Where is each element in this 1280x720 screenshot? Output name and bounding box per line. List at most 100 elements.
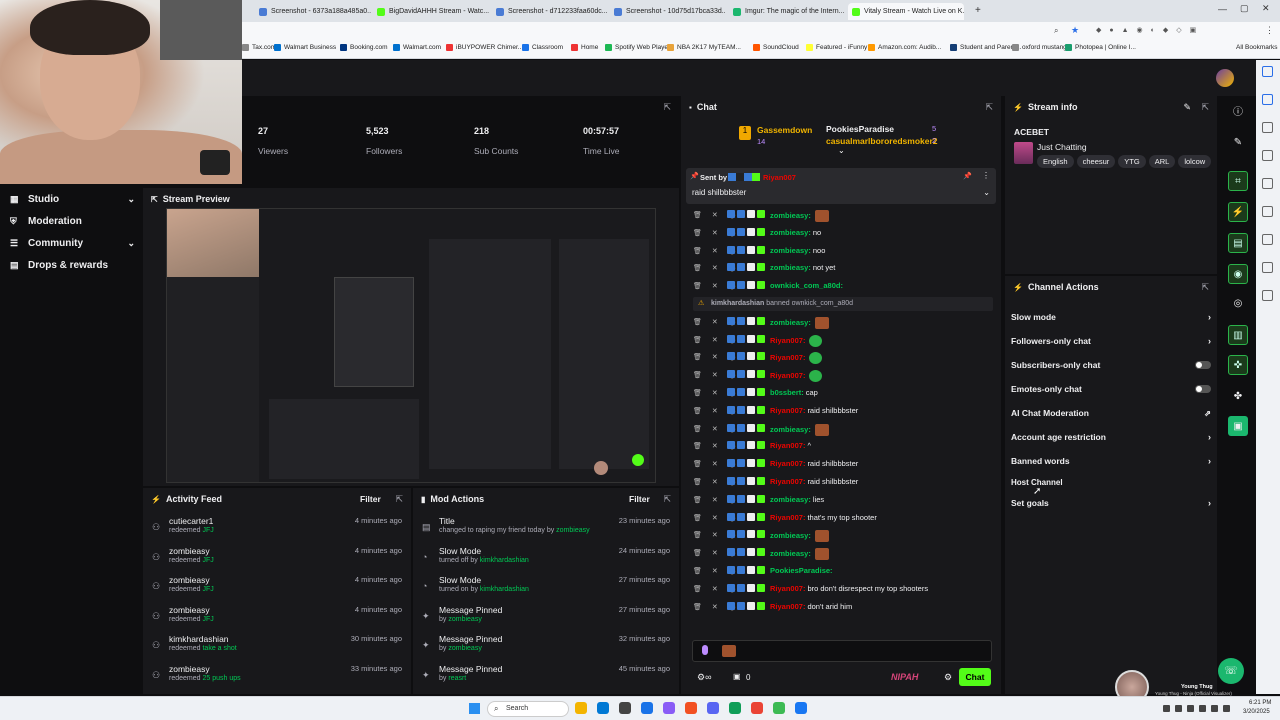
chat-username[interactable]: PookiesParadise [770,566,830,575]
popout-icon[interactable]: ⇱ [663,494,671,505]
chat-username[interactable]: zombieasy [770,318,808,327]
chat-message[interactable]: 🗑 ✕ ⏱ Riyan007: ^ [681,437,1001,455]
taskbar-app-icon[interactable] [619,702,631,714]
chat-username[interactable]: ownkick_com_a80d [770,281,840,290]
bookmark-item[interactable]: iBUYPOWER Chimer... [446,44,523,51]
chat-message[interactable]: 🗑 ✕ ⏱ zombieasy: lies [681,491,1001,509]
browser-tab[interactable]: Screenshot - 6373a188a485a0...✕ [255,3,371,20]
chat-username[interactable]: zombieasy [770,549,808,558]
stream-tag[interactable]: lolcow [1178,155,1212,168]
stream-tag[interactable]: English [1037,155,1074,168]
menu-icon[interactable]: ⋮ [1265,25,1274,36]
more-icon[interactable]: ⋮ [982,171,990,180]
browser-side-icon[interactable] [1262,262,1273,273]
bookmark-item[interactable]: Classroom [522,44,563,51]
activity-user[interactable]: zombieasy [169,575,210,585]
taskbar-app-icon[interactable] [729,702,741,714]
chat-message[interactable]: ⚠ kimkhardashian banned ownkick_com_a80d [681,295,1001,313]
taskbar-app-icon[interactable] [597,702,609,714]
chat-username[interactable]: zombieasy [770,228,808,237]
chat-message[interactable]: 🗑 ✕ ⏱ Riyan007: raid shilbbbster [681,455,1001,473]
browser-side-icon[interactable] [1262,150,1273,161]
activity-user[interactable]: kimkhardashian [169,634,229,644]
chat-bubble-icon[interactable]: ◉ [1228,264,1248,284]
taskbar-app-icon[interactable] [641,702,653,714]
browser-side-icon[interactable] [1262,234,1273,245]
expand-icon[interactable]: ⌄ [983,188,990,197]
user-avatar[interactable] [1216,69,1234,87]
mod-action-user[interactable]: zombieasy [448,616,481,623]
mic-icon[interactable] [702,645,708,655]
all-bookmarks[interactable]: All Bookmarks [1236,44,1278,51]
channel-action-subscribers-only-chat[interactable]: Subscribers-only chat [1011,358,1211,372]
activity-row[interactable]: ⚇ zombieasy redeemed JFJ 4 minutes ago [143,546,411,575]
activity-user[interactable]: zombieasy [169,605,210,615]
chat-username[interactable]: zombieasy [770,246,808,255]
popout-icon[interactable]: ⇱ [985,102,993,113]
bookmark-item[interactable]: Home [571,44,598,51]
mod-action-row[interactable]: ◔ Slow Mode turned off by kimkhardashian 24… [413,546,679,575]
unpin-icon[interactable]: 📌 [963,172,972,180]
mod-action-row[interactable]: ✦ Message Pinned by reasrt 45 minutes ago [413,664,679,693]
toggle-switch[interactable] [1195,385,1211,393]
chat-username[interactable]: Riyan007 [770,353,803,362]
broadcast-icon[interactable]: ◎ [1228,293,1248,313]
channel-action-emotes-only-chat[interactable]: Emotes-only chat [1011,382,1211,396]
bookmark-item[interactable]: Tax.com [242,44,276,51]
chat-message[interactable]: 🗑 ✕ ⏱ b0ssbert: cap [681,384,1001,402]
chat-message[interactable]: 🗑 ✕ ⏱ zombieasy: no [681,224,1001,242]
chat-username[interactable]: Riyan007 [770,406,803,415]
chat-username[interactable]: Riyan007 [770,459,803,468]
mod-action-row[interactable]: ▤ Title changed to raping my friend today … [413,516,679,545]
bookmark-item[interactable]: Amazon.com: Audib... [868,44,941,51]
chat-username[interactable]: zombieasy [770,495,808,504]
chevron-right-icon[interactable]: › [1208,312,1211,322]
activity-user[interactable]: zombieasy [169,546,210,556]
mod-action-row[interactable]: ✦ Message Pinned by zombieasy 27 minutes ag… [413,605,679,634]
browser-side-icon[interactable] [1262,122,1273,133]
chevron-right-icon[interactable]: › [1208,432,1211,442]
browser-tab[interactable]: BigDavidAHHH Stream - Watc...✕ [373,3,489,20]
popout-icon[interactable]: ⇱ [1201,282,1209,293]
tray-icon[interactable] [1175,705,1182,712]
browser-tab[interactable]: Screenshot - d712233faa60dc...✕ [492,3,608,20]
mod-filter-button[interactable]: Filter [629,494,650,504]
leader-name[interactable]: PookiesParadise [826,124,894,134]
chat-username[interactable]: Riyan007 [770,441,803,450]
chat-username[interactable]: zombieasy [770,211,808,220]
floating-chat-button[interactable]: ☏ [1218,658,1244,684]
chevron-right-icon[interactable]: › [1208,498,1211,508]
mod-action-user[interactable]: zombieasy [556,527,589,534]
channel-action-ai-chat-moderation[interactable]: AI Chat Moderation ⇗ [1011,406,1211,420]
activity-filter-button[interactable]: Filter [360,494,381,504]
browser-side-icon[interactable] [1262,178,1273,189]
tray-icon[interactable] [1199,705,1206,712]
browser-side-icon[interactable] [1262,66,1273,77]
wrench-icon[interactable]: ✜ [1228,355,1248,375]
chat-settings-icon[interactable]: ⚙ [944,672,952,683]
document-icon[interactable]: ▤ [1228,233,1248,253]
bookmark-item[interactable]: NBA 2K17 MyTEAM... [667,44,741,51]
taskbar-app-icon[interactable] [795,702,807,714]
bookmark-item[interactable]: Walmart Business [274,44,336,51]
popout-icon[interactable]: ⇱ [151,195,158,204]
taskbar-app-icon[interactable] [575,702,587,714]
chat-username[interactable]: Riyan007 [770,584,803,593]
mod-action-user[interactable]: kimkhardashian [480,557,529,564]
mod-action-user[interactable]: kimkhardashian [480,586,529,593]
chevron-down-icon[interactable]: ⌄ [127,194,135,205]
windows-start-icon[interactable] [469,703,480,714]
bookmark-item[interactable]: SoundCloud [753,44,799,51]
taskbar-app-icon[interactable] [773,702,785,714]
bookmark-item[interactable]: Student and Parent... [950,44,1021,51]
tray-icon[interactable] [1223,705,1230,712]
chat-username[interactable]: zombieasy [770,425,808,434]
chat-username[interactable]: Riyan007 [770,602,803,611]
activity-user[interactable]: zombieasy [169,664,210,674]
chat-username[interactable]: Riyan007 [770,513,803,522]
taskbar-search[interactable]: ⌕ Search [487,701,569,717]
bookmark-item[interactable]: oxford mustang [1012,44,1067,51]
browser-side-icon[interactable] [1262,206,1273,217]
lightning-icon[interactable]: ⚡ [1228,202,1248,222]
green-square-icon[interactable]: ▣ [1228,416,1248,436]
